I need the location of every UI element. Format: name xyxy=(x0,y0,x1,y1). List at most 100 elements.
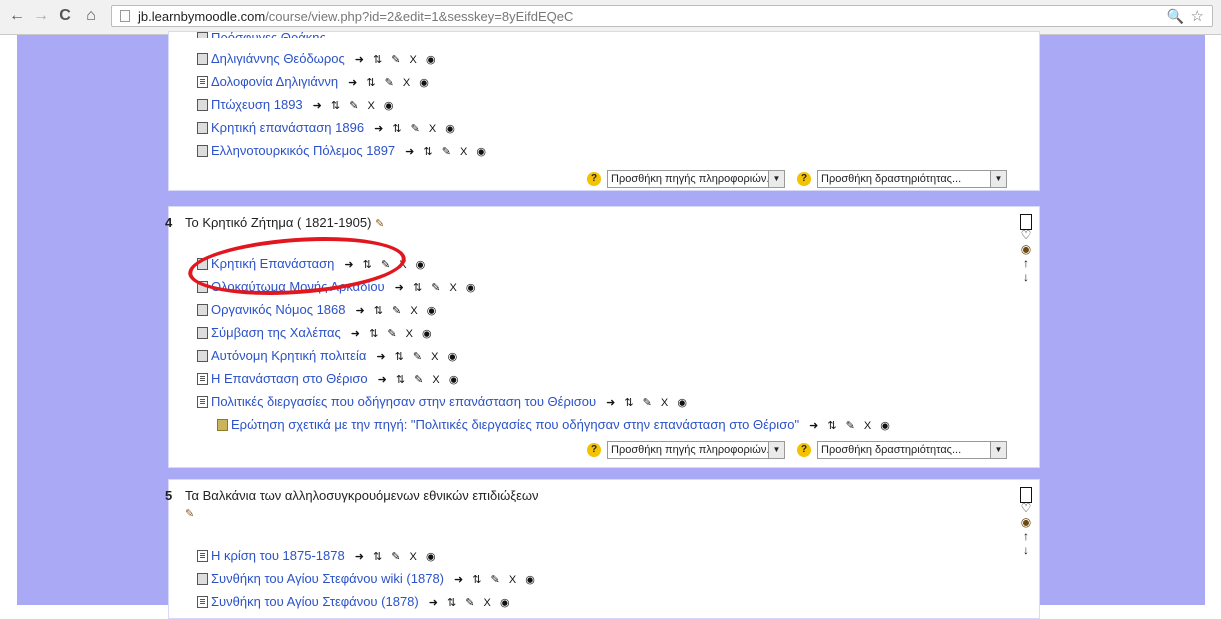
resource-icon xyxy=(197,76,208,88)
list-item[interactable]: Ελληνοτουρκικός Πόλεμος 1897 ➜ ⇅ ✎ X ◉ xyxy=(197,143,489,159)
resource-icon xyxy=(197,550,208,562)
add-resource-select[interactable]: Προσθήκη πηγής πληροφοριών... ▼ xyxy=(607,441,785,459)
list-item[interactable]: Συνθήκη του Αγίου Στεφάνου (1878) ➜ ⇅ ✎ X… xyxy=(197,594,513,610)
activity-link[interactable]: Ελληνοτουρκικός Πόλεμος 1897 xyxy=(211,143,395,158)
link-icon xyxy=(197,327,208,339)
edit-actions[interactable]: ➜ ⇅ ✎ X ◉ xyxy=(348,77,432,89)
move-up-icon[interactable]: ↑ xyxy=(1019,256,1033,270)
resource-icon xyxy=(197,373,208,385)
edit-actions[interactable]: ➜ ⇅ ✎ X ◉ xyxy=(429,597,513,609)
list-item[interactable]: Η Επανάσταση στο Θέρισο ➜ ⇅ ✎ X ◉ xyxy=(197,371,461,387)
bookmark-star-icon[interactable]: ☆ xyxy=(1191,7,1204,25)
resource-icon xyxy=(197,396,208,408)
edit-actions[interactable]: ➜ ⇅ ✎ X ◉ xyxy=(355,551,439,563)
forward-icon[interactable]: → xyxy=(32,7,50,25)
edit-actions[interactable]: ➜ ⇅ ✎ X ◉ xyxy=(454,574,538,586)
edit-actions[interactable]: ➜ ⇅ ✎ X ◉ xyxy=(313,100,397,112)
edit-actions[interactable]: ➜ ⇅ ✎ X ◉ xyxy=(356,305,440,317)
course-section-3: Πρόσφυγες Θράκης Δηλιγιάννης Θεόδωρος ➜ ⇅… xyxy=(168,30,1040,191)
list-item[interactable]: Πτώχευση 1893 ➜ ⇅ ✎ X ◉ xyxy=(197,97,396,113)
back-icon[interactable]: ← xyxy=(8,7,26,25)
help-icon[interactable]: ? xyxy=(587,443,601,457)
list-item[interactable]: Σύμβαση της Χαλέπας ➜ ⇅ ✎ X ◉ xyxy=(197,325,435,341)
zoom-icon[interactable]: 🔍 xyxy=(1167,8,1184,25)
activity-link[interactable]: Η κρίση του 1875-1878 xyxy=(211,548,345,563)
edit-actions[interactable]: ➜ ⇅ ✎ X ◉ xyxy=(606,397,690,409)
edit-actions[interactable]: ➜ ⇅ ✎ X ◉ xyxy=(809,420,893,432)
section-controls: ♡ ◉ ↑ ↓ xyxy=(1019,486,1033,557)
activity-link[interactable]: Η Επανάσταση στο Θέρισο xyxy=(211,371,368,386)
edit-actions[interactable]: ➜ ⇅ ✎ X ◉ xyxy=(351,328,435,340)
move-down-icon[interactable]: ↓ xyxy=(1019,543,1033,557)
lightbulb-icon[interactable]: ♡ xyxy=(1019,501,1033,515)
page-icon xyxy=(120,10,130,22)
edit-icon[interactable]: ✎ xyxy=(185,507,194,520)
activity-link[interactable]: Ερώτηση σχετικά με την πηγή: "Πολιτικές … xyxy=(231,417,799,432)
list-item[interactable]: Αυτόνομη Κρητική πολιτεία ➜ ⇅ ✎ X ◉ xyxy=(197,348,460,364)
help-icon[interactable]: ? xyxy=(797,443,811,457)
link-icon xyxy=(197,304,208,316)
lightbulb-icon[interactable]: ♡ xyxy=(1019,228,1033,242)
activity-link[interactable]: Οργανικός Νόμος 1868 xyxy=(211,302,346,317)
activity-link[interactable]: Κρητική επανάσταση 1896 xyxy=(211,120,364,135)
help-icon[interactable]: ? xyxy=(797,172,811,186)
link-icon xyxy=(197,145,208,157)
list-item[interactable]: Η κρίση του 1875-1878 ➜ ⇅ ✎ X ◉ xyxy=(197,548,439,564)
list-item[interactable]: Οργανικός Νόμος 1868 ➜ ⇅ ✎ X ◉ xyxy=(197,302,439,318)
add-resource-select[interactable]: Προσθήκη πηγής πληροφοριών... ▼ xyxy=(607,170,785,188)
activity-link[interactable]: Δηλιγιάννης Θεόδωρος xyxy=(211,51,345,66)
link-icon xyxy=(197,99,208,111)
section-title: Τα Βαλκάνια των αλληλοσυγκρουόμενων εθνι… xyxy=(185,488,539,503)
url-host: jb.learnbymoodle.com xyxy=(138,9,266,24)
activity-link[interactable]: Σύμβαση της Χαλέπας xyxy=(211,325,341,340)
activity-link[interactable]: Πολιτικές διεργασίες που οδήγησαν στην ε… xyxy=(211,394,596,409)
chevron-down-icon: ▼ xyxy=(990,442,1006,458)
section-number: 4 xyxy=(165,215,173,230)
highlight-icon[interactable] xyxy=(1019,214,1033,230)
list-item[interactable]: Ερώτηση σχετικά με την πηγή: "Πολιτικές … xyxy=(217,417,893,433)
reload-icon[interactable]: C xyxy=(56,7,74,25)
add-activity-select[interactable]: Προσθήκη δραστηριότητας... ▼ xyxy=(817,441,1007,459)
list-item-cut: Πρόσφυγες Θράκης xyxy=(197,30,326,38)
eye-icon[interactable]: ◉ xyxy=(1019,242,1033,256)
add-activity-select[interactable]: Προσθήκη δραστηριότητας... ▼ xyxy=(817,170,1007,188)
link-icon xyxy=(197,350,208,362)
highlight-icon[interactable] xyxy=(1019,487,1033,503)
section-controls: ♡ ◉ ↑ ↓ xyxy=(1019,213,1033,284)
activity-link[interactable]: Συνθήκη του Αγίου Στεφάνου (1878) xyxy=(211,594,419,609)
section-number: 5 xyxy=(165,488,173,503)
activity-link[interactable]: Συνθήκη του Αγίου Στεφάνου wiki (1878) xyxy=(211,571,444,586)
list-item[interactable]: Πολιτικές διεργασίες που οδήγησαν στην ε… xyxy=(197,394,690,410)
add-row: ? Προσθήκη πηγής πληροφοριών... ▼ ? Προσθ… xyxy=(587,441,1027,461)
edit-icon[interactable]: ✎ xyxy=(375,218,384,230)
link-icon xyxy=(197,573,208,585)
chevron-down-icon: ▼ xyxy=(990,171,1006,187)
resource-icon xyxy=(197,596,208,608)
list-item[interactable]: Συνθήκη του Αγίου Στεφάνου wiki (1878) ➜ … xyxy=(197,571,538,587)
activity-link[interactable]: Πτώχευση 1893 xyxy=(211,97,303,112)
add-row: ? Προσθήκη πηγής πληροφοριών... ▼ ? Προσθ… xyxy=(587,170,1027,190)
activity-link[interactable]: Αυτόνομη Κρητική πολιτεία xyxy=(211,348,366,363)
edit-actions[interactable]: ➜ ⇅ ✎ X ◉ xyxy=(376,351,460,363)
edit-actions[interactable]: ➜ ⇅ ✎ X ◉ xyxy=(378,374,462,386)
quiz-icon xyxy=(217,419,228,431)
address-bar[interactable]: jb.learnbymoodle.com/course/view.php?id=… xyxy=(111,5,1213,27)
edit-actions[interactable]: ➜ ⇅ ✎ X ◉ xyxy=(395,282,479,294)
home-icon[interactable]: ⌂ xyxy=(82,7,100,25)
help-icon[interactable]: ? xyxy=(587,172,601,186)
list-item[interactable]: Δολοφονία Δηλιγιάννη ➜ ⇅ ✎ X ◉ xyxy=(197,74,432,90)
move-up-icon[interactable]: ↑ xyxy=(1019,529,1033,543)
course-section-5: 5 Τα Βαλκάνια των αλληλοσυγκρουόμενων εθ… xyxy=(165,479,1040,619)
activity-link[interactable]: Δολοφονία Δηλιγιάννη xyxy=(211,74,338,89)
move-down-icon[interactable]: ↓ xyxy=(1019,270,1033,284)
browser-toolbar: ← → C ⌂ jb.learnbymoodle.com/course/view… xyxy=(0,0,1221,35)
edit-actions[interactable]: ➜ ⇅ ✎ X ◉ xyxy=(355,54,439,66)
list-item[interactable]: Κρητική επανάσταση 1896 ➜ ⇅ ✎ X ◉ xyxy=(197,120,458,136)
list-item[interactable]: Δηλιγιάννης Θεόδωρος ➜ ⇅ ✎ X ◉ xyxy=(197,51,439,67)
edit-actions[interactable]: ➜ ⇅ ✎ X ◉ xyxy=(405,146,489,158)
link-icon xyxy=(197,122,208,134)
edit-actions[interactable]: ➜ ⇅ ✎ X ◉ xyxy=(374,123,458,135)
section-title: Το Κρητικό Ζήτημα ( 1821-1905) ✎ xyxy=(185,215,385,230)
eye-icon[interactable]: ◉ xyxy=(1019,515,1033,529)
chevron-down-icon: ▼ xyxy=(768,442,784,458)
